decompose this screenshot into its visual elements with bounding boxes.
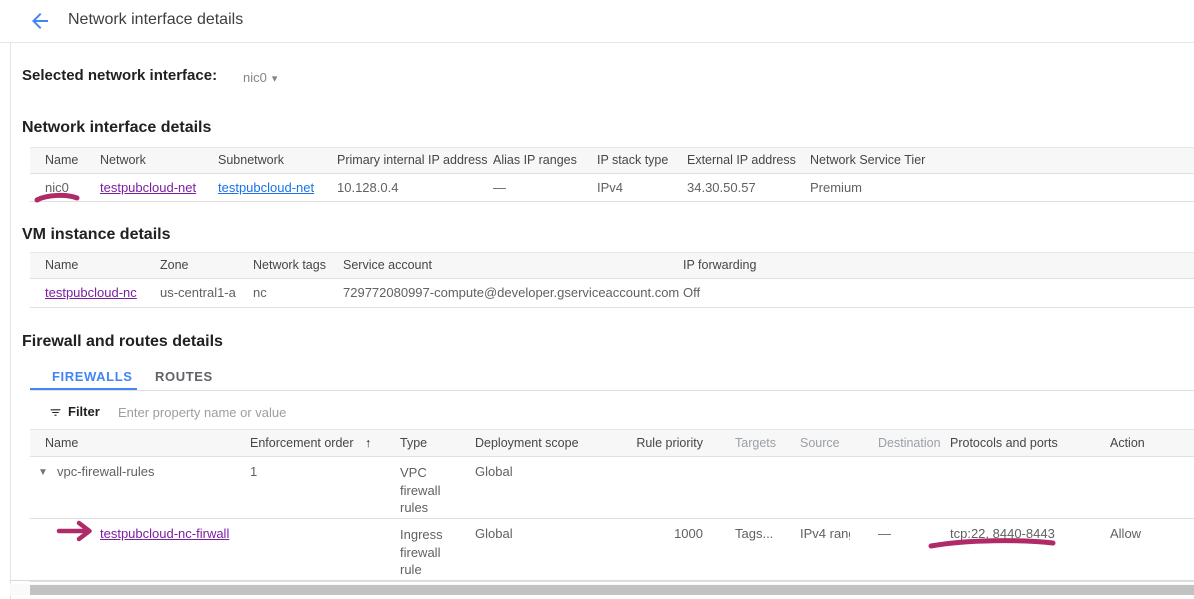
- alias-ip-ranges: —: [493, 174, 506, 201]
- primary-internal-ip: 10.128.0.4: [337, 174, 398, 201]
- table-row: testpubcloud-nc-firwall Ingress firewall…: [30, 519, 1194, 582]
- column-header: Protocols and ports: [950, 430, 1058, 456]
- table-row: nic0 testpubcloud-net testpubcloud-net 1…: [30, 174, 1194, 202]
- rule-priority: 1000: [630, 526, 703, 541]
- nic-table: Name Network Subnetwork Primary internal…: [30, 147, 1194, 202]
- tab-firewalls[interactable]: FIREWALLS: [52, 369, 133, 384]
- column-header: IP stack type: [597, 148, 668, 173]
- column-header: Rule priority: [630, 430, 703, 456]
- network-interface-details-page: Network interface details Selected netwo…: [0, 0, 1194, 599]
- vm-table-header: Name Zone Network tags Service account I…: [30, 252, 1194, 279]
- targets: Tags...: [735, 526, 773, 541]
- back-arrow-icon[interactable]: [28, 9, 52, 33]
- network-service-tier: Premium: [810, 174, 862, 201]
- column-header: Name: [45, 148, 78, 173]
- tab-divider: [30, 390, 1194, 391]
- content-left-border: [10, 43, 11, 599]
- nic-table-header: Name Network Subnetwork Primary internal…: [30, 147, 1194, 174]
- firewall-type: VPC firewall rules: [400, 464, 460, 517]
- vm-ip-forwarding: Off: [683, 279, 700, 307]
- network-link[interactable]: testpubcloud-net: [100, 174, 196, 201]
- nic-name: nic0: [45, 174, 69, 201]
- column-header: IP forwarding: [683, 253, 756, 278]
- filter-input[interactable]: [116, 400, 540, 424]
- expander-down-icon[interactable]: ▼: [38, 464, 48, 482]
- firewall-rule-link[interactable]: testpubcloud-nc-firwall: [100, 526, 229, 541]
- vm-service-account: 729772080997-compute@developer.gservicea…: [343, 279, 679, 307]
- nic-section-title: Network interface details: [22, 119, 211, 137]
- firewall-group-name: vpc-firewall-rules: [57, 464, 155, 479]
- column-header: Action: [1110, 430, 1145, 456]
- page-title: Network interface details: [68, 11, 243, 29]
- column-header: External IP address: [687, 148, 796, 173]
- deployment-scope: Global: [475, 464, 513, 479]
- vm-network-tags: nc: [253, 279, 267, 307]
- column-header: Source: [800, 430, 840, 456]
- column-header: Destination: [878, 430, 941, 456]
- deployment-scope: Global: [475, 526, 513, 541]
- vm-table: Name Zone Network tags Service account I…: [30, 252, 1194, 308]
- table-row: ▼ vpc-firewall-rules 1 VPC firewall rule…: [30, 457, 1194, 519]
- interface-dropdown[interactable]: nic0 ▾: [243, 70, 277, 85]
- column-header-label: Enforcement order: [250, 436, 354, 450]
- vm-name-link[interactable]: testpubcloud-nc: [45, 279, 137, 307]
- column-header: Name: [45, 253, 78, 278]
- sort-ascending-icon: ↑: [365, 436, 371, 450]
- column-header-sortable[interactable]: Enforcement order ↑: [250, 430, 371, 456]
- external-ip: 34.30.50.57: [687, 174, 756, 201]
- firewall-type: Ingress firewall rule: [400, 526, 460, 579]
- vm-zone: us-central1-a: [160, 279, 236, 307]
- firewall-table-header: Name Enforcement order ↑ Type Deployment…: [30, 429, 1194, 457]
- column-header: Network Service Tier: [810, 148, 925, 173]
- column-header: Service account: [343, 253, 432, 278]
- column-header: Alias IP ranges: [493, 148, 577, 173]
- action: Allow: [1110, 526, 1141, 541]
- destination: —: [878, 526, 891, 541]
- enforcement-order: 1: [250, 464, 257, 479]
- subnetwork-link[interactable]: testpubcloud-net: [218, 174, 314, 201]
- firewall-section-title: Firewall and routes details: [22, 333, 223, 351]
- selected-interface-label: Selected network interface:: [22, 67, 217, 84]
- filter-icon[interactable]: [48, 406, 63, 424]
- column-header: Subnetwork: [218, 148, 284, 173]
- column-header: Zone: [160, 253, 189, 278]
- source: IPv4 rang: [800, 526, 850, 541]
- vm-section-title: VM instance details: [22, 226, 171, 244]
- filter-button[interactable]: Filter: [68, 404, 100, 419]
- protocols-and-ports: tcp:22, 8440-8443: [950, 526, 1055, 541]
- table-row: testpubcloud-nc us-central1-a nc 7297720…: [30, 279, 1194, 308]
- column-header: Targets: [735, 430, 776, 456]
- bottom-divider: [10, 580, 1194, 581]
- interface-dropdown-value: nic0: [243, 70, 267, 85]
- column-header: Primary internal IP address: [337, 148, 488, 173]
- column-header: Type: [400, 430, 427, 456]
- chevron-down-icon: ▾: [272, 73, 278, 85]
- column-header: Network: [100, 148, 146, 173]
- top-bar: Network interface details: [0, 0, 1194, 43]
- column-header: Network tags: [253, 253, 326, 278]
- tab-routes[interactable]: ROUTES: [155, 369, 213, 384]
- column-header: Deployment scope: [475, 430, 579, 456]
- column-header: Name: [45, 430, 78, 456]
- horizontal-scrollbar-thumb[interactable]: [30, 585, 1194, 595]
- firewall-table: Name Enforcement order ↑ Type Deployment…: [30, 429, 1194, 582]
- ip-stack-type: IPv4: [597, 174, 623, 201]
